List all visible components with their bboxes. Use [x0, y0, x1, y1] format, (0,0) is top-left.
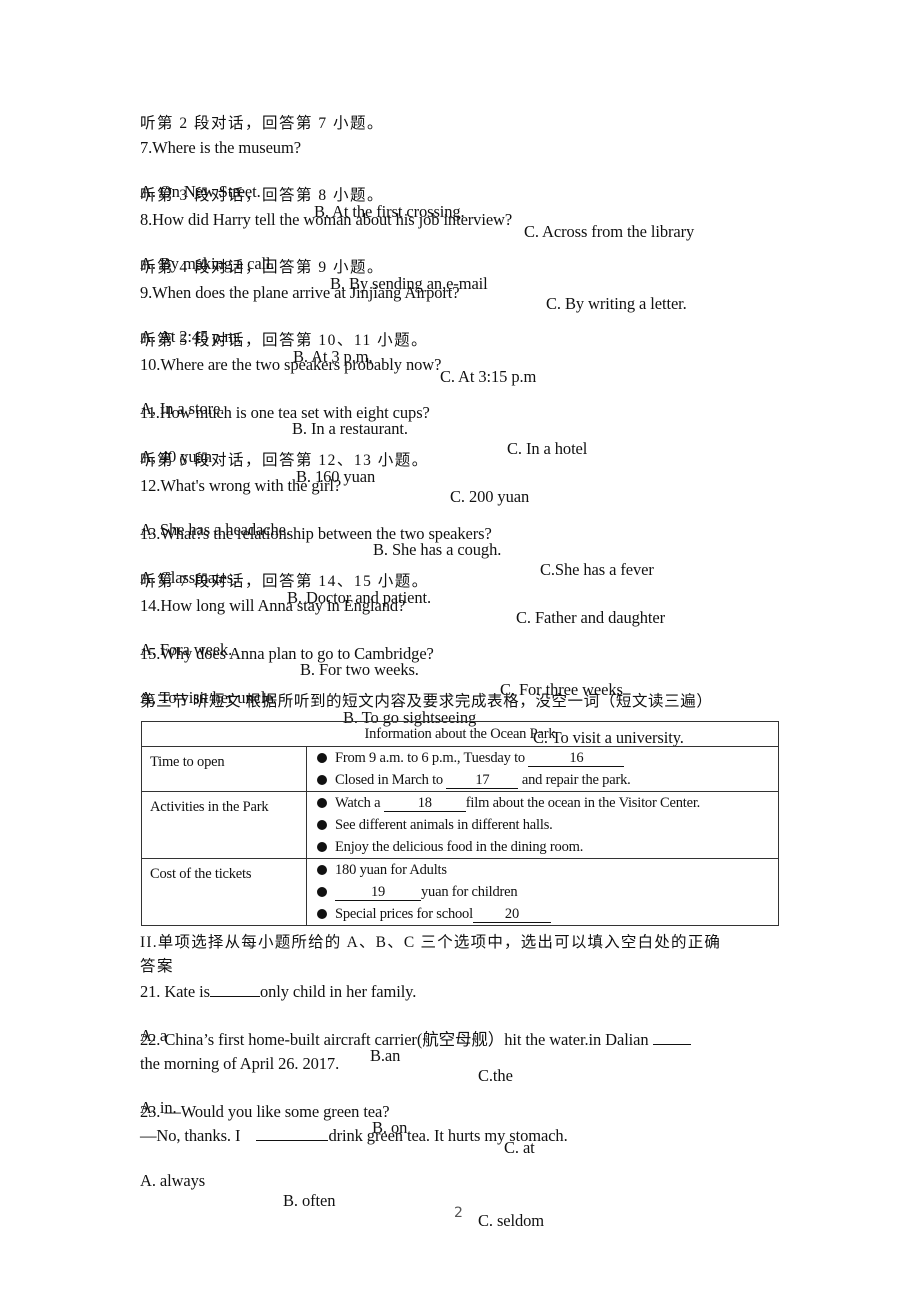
answer-blank[interactable]	[652, 1044, 691, 1045]
part-heading: II.单项选择从每小题所给的 A、B、C 三个选项中，选出可以填入空白处的正确	[140, 934, 722, 951]
exam-page: 听第 2 段对话，回答第 7 小题。 7.Where is the museum…	[0, 0, 920, 1302]
table-row: Time to open From 9 a.m. to 6 p.m., Tues…	[141, 746, 779, 792]
question-text: 21. Kate is only child in her family.	[140, 982, 417, 1001]
answer-blank[interactable]	[256, 1140, 329, 1141]
answer-blank[interactable]: 16	[528, 751, 625, 767]
answer-blank[interactable]	[209, 996, 260, 997]
row-label: Cost of the tickets	[141, 858, 307, 926]
option-c: C.the	[478, 1066, 513, 1085]
ocean-park-table: Information about the Ocean Park Time to…	[141, 721, 779, 926]
question-text: 8.How did Harry tell the woman about his…	[140, 210, 513, 229]
section-heading: 听第 3 段对话，回答第 8 小题。	[140, 187, 385, 204]
list-item: Special prices for school 20	[307, 903, 778, 925]
bullet-icon	[317, 775, 327, 785]
bullet-icon	[317, 887, 327, 897]
question-text-cont: —No, thanks. I drink green tea. It hurts…	[140, 1126, 568, 1145]
question-text: 13.What?s the relationship between the t…	[140, 524, 492, 543]
option-c: C.She has a fever	[540, 560, 654, 579]
section-heading: 听第 5 段对话，回答第 10、11 小题。	[140, 332, 429, 349]
section-heading: 听第 4 段对话，回答第 9 小题。	[140, 259, 385, 276]
option-b: B. often	[283, 1191, 336, 1210]
list-item: Watch a 18 film about the ocean in the Vi…	[307, 792, 778, 814]
answer-blank[interactable]: 17	[446, 773, 519, 789]
section-heading: 听第 2 段对话，回答第 7 小题。	[140, 115, 385, 132]
question-text: 11.How much is one tea set with eight cu…	[140, 403, 430, 422]
option-c: C. Father and daughter	[516, 608, 666, 627]
option-c: C. By writing a letter.	[546, 294, 687, 313]
row-items: 180 yuan for Adults 19 yuan for children …	[306, 858, 779, 926]
bullet-icon	[317, 798, 327, 808]
bullet-icon	[317, 842, 327, 852]
table-row: Cost of the tickets 180 yuan for Adults …	[141, 858, 779, 926]
option-c: C. 200 yuan	[450, 487, 530, 506]
question-text: 14.How long will Anna stay in England?	[140, 596, 406, 615]
part-heading-cont: 答案	[140, 958, 175, 975]
answer-blank[interactable]: 19	[335, 885, 421, 901]
option-c: C. In a hotel	[507, 439, 588, 458]
list-item: 19 yuan for children	[307, 881, 778, 903]
question-text: 10.Where are the two speakers probably n…	[140, 355, 442, 374]
bullet-icon	[317, 820, 327, 830]
list-item: Enjoy the delicious food in the dining r…	[307, 836, 778, 858]
list-item: See different animals in different halls…	[307, 814, 778, 836]
option-c: C. seldom	[478, 1211, 545, 1230]
question-text: 7.Where is the museum?	[140, 138, 301, 157]
section-heading: 听第 6 段对话，回答第 12、13 小题。	[140, 452, 429, 469]
answer-blank[interactable]: 18	[383, 796, 466, 812]
question-text-cont: the morning of April 26. 2017.	[140, 1054, 340, 1073]
bullet-icon	[317, 909, 327, 919]
option-c: C. At 3:15 p.m	[440, 367, 537, 386]
question-text: 12.What's wrong with the girl?	[140, 476, 342, 495]
part-heading: 第三节 听短文 根据所听到的短文内容及要求完成表格，没空一词（短文读三遍）	[140, 693, 713, 710]
section-heading: 听第 7 段对话，回答第 14、15 小题。	[140, 573, 429, 590]
answer-blank[interactable]: 20	[472, 907, 551, 923]
option-a: A. always	[140, 1171, 206, 1190]
question-text: 22. China’s first home-built aircraft ca…	[140, 1030, 691, 1050]
bullet-icon	[317, 753, 327, 763]
question-text: 15.Why does Anna plan to go to Cambridge…	[140, 644, 434, 663]
question-text: 23. —Would you like some green tea?	[140, 1102, 390, 1121]
row-items: Watch a 18 film about the ocean in the Vi…	[306, 791, 779, 859]
question-text: 9.When does the plane arrive at Jinjiang…	[140, 283, 460, 302]
row-label: Activities in the Park	[141, 791, 307, 859]
list-item: 180 yuan for Adults	[307, 859, 778, 881]
question-options: A. always B. often C. seldom	[140, 1151, 544, 1251]
page-number: 2	[454, 1205, 463, 1221]
table-row: Activities in the Park Watch a 18 film ab…	[141, 791, 779, 859]
table-title: Information about the Ocean Park	[141, 721, 779, 747]
list-item: Closed in March to 17 and repair the par…	[307, 769, 778, 791]
option-c: C. Across from the library	[524, 222, 695, 241]
list-item: From 9 a.m. to 6 p.m., Tuesday to 16	[307, 747, 778, 769]
row-items: From 9 a.m. to 6 p.m., Tuesday to 16 Clo…	[306, 746, 779, 792]
row-label: Time to open	[141, 746, 307, 792]
bullet-icon	[317, 865, 327, 875]
